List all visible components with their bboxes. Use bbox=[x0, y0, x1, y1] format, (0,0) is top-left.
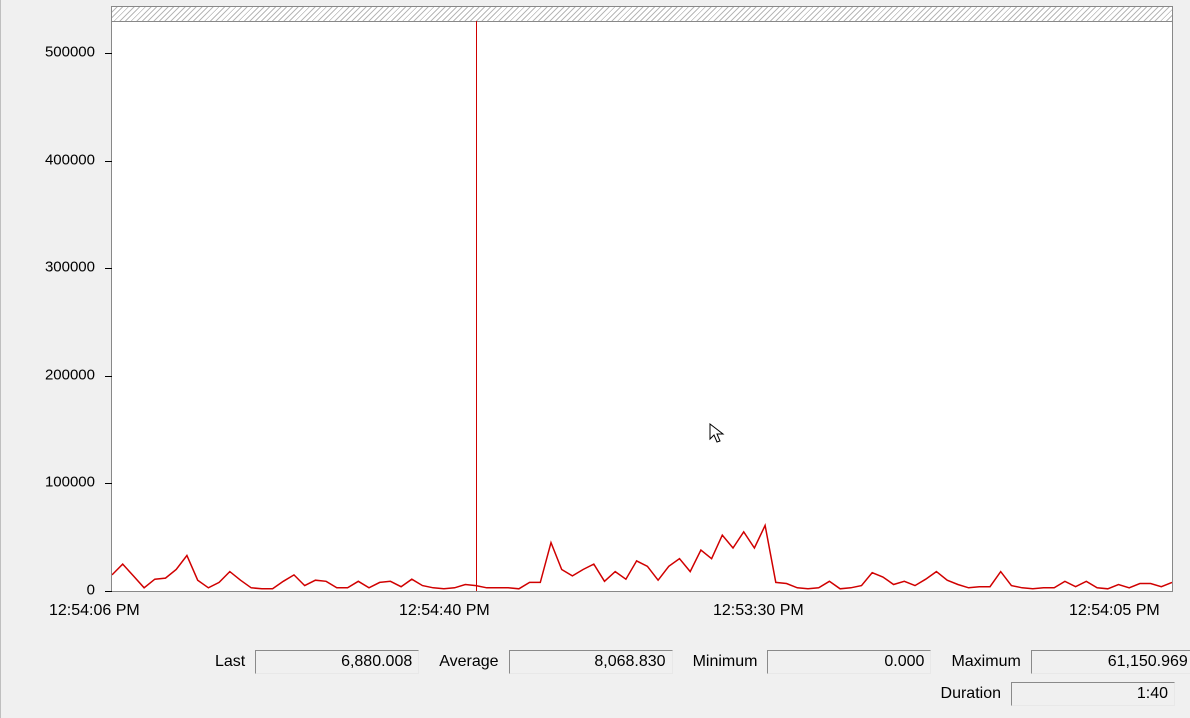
x-axis-labels: 12:54:06 PM 12:54:40 PM 12:53:30 PM 12:5… bbox=[1, 598, 1190, 620]
stats-row: Last 6,880.008 Average 8,068.830 Minimum… bbox=[1, 650, 1190, 674]
duration-value: 1:40 bbox=[1011, 682, 1175, 706]
chart-time-cursor[interactable] bbox=[476, 21, 477, 591]
x-tick-label: 12:54:06 PM bbox=[49, 602, 140, 620]
maximum-value: 61,150.969 bbox=[1031, 650, 1190, 674]
average-label: Average bbox=[425, 653, 502, 671]
y-tick-mark bbox=[105, 483, 112, 484]
duration-label: Duration bbox=[927, 685, 1005, 703]
average-value: 8,068.830 bbox=[509, 650, 673, 674]
x-tick-label: 12:53:30 PM bbox=[713, 602, 804, 620]
y-tick-mark bbox=[105, 161, 112, 162]
y-tick-mark bbox=[105, 268, 112, 269]
chart-line-series bbox=[112, 7, 1172, 591]
y-tick-label: 500000 bbox=[45, 44, 95, 61]
minimum-value: 0.000 bbox=[767, 650, 931, 674]
y-tick-label: 0 bbox=[87, 582, 95, 599]
minimum-label: Minimum bbox=[679, 653, 762, 671]
stats-row-2: Duration 1:40 bbox=[1, 682, 1190, 706]
y-tick-label: 100000 bbox=[45, 474, 95, 491]
chart-plot-area[interactable] bbox=[111, 6, 1173, 592]
y-tick-label: 400000 bbox=[45, 151, 95, 168]
last-label: Last bbox=[201, 653, 249, 671]
y-tick-mark bbox=[105, 53, 112, 54]
maximum-label: Maximum bbox=[937, 653, 1024, 671]
y-tick-label: 300000 bbox=[45, 259, 95, 276]
last-value: 6,880.008 bbox=[255, 650, 419, 674]
y-tick-mark bbox=[105, 591, 112, 592]
x-tick-label: 12:54:40 PM bbox=[399, 602, 490, 620]
x-tick-label: 12:54:05 PM bbox=[1069, 602, 1160, 620]
performance-monitor-panel: 0 100000 200000 300000 400000 500000 12:54:06… bbox=[0, 0, 1190, 718]
y-tick-mark bbox=[105, 376, 112, 377]
y-tick-label: 200000 bbox=[45, 366, 95, 383]
y-axis-labels: 0100000200000300000400000500000 bbox=[1, 6, 101, 592]
